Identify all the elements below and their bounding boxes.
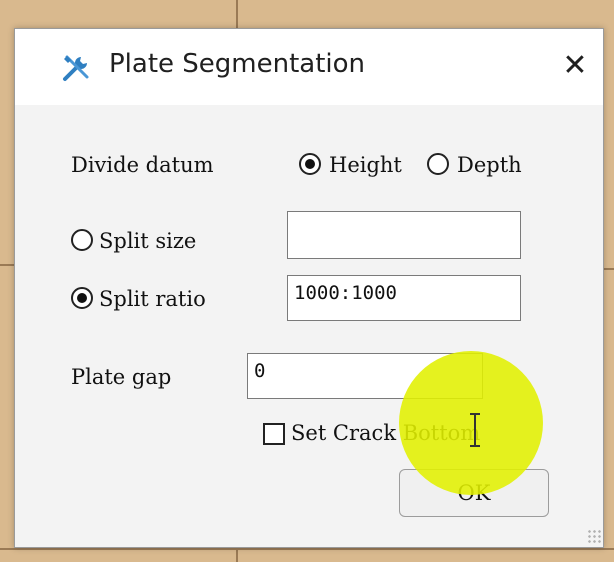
split-size-input[interactable] bbox=[287, 211, 521, 259]
plate-segmentation-dialog: Plate Segmentation ✕ Divide datum Height… bbox=[14, 28, 604, 548]
split-ratio-label[interactable]: Split ratio bbox=[99, 287, 206, 311]
split-size-label[interactable]: Split size bbox=[99, 229, 196, 253]
dialog-title: Plate Segmentation bbox=[109, 49, 366, 79]
background-line bbox=[0, 548, 614, 550]
divide-datum-label: Divide datum bbox=[71, 153, 214, 177]
set-crack-bottom-checkbox[interactable] bbox=[263, 423, 285, 445]
background-line bbox=[0, 264, 14, 266]
split-ratio-input[interactable]: 1000:1000 bbox=[287, 275, 521, 321]
depth-radio[interactable] bbox=[427, 153, 449, 175]
close-button[interactable]: ✕ bbox=[553, 41, 597, 89]
depth-radio-label[interactable]: Depth bbox=[457, 153, 522, 177]
height-radio-label[interactable]: Height bbox=[329, 153, 402, 177]
background-line bbox=[236, 0, 238, 28]
text-cursor-icon bbox=[470, 413, 480, 447]
background-line bbox=[236, 548, 238, 562]
split-size-radio[interactable] bbox=[71, 229, 93, 251]
plate-gap-label: Plate gap bbox=[71, 365, 172, 389]
resize-grip[interactable] bbox=[587, 529, 601, 543]
close-icon: ✕ bbox=[562, 47, 588, 83]
split-ratio-radio[interactable] bbox=[71, 287, 93, 309]
tools-icon bbox=[63, 55, 89, 81]
dialog-titlebar: Plate Segmentation ✕ bbox=[15, 29, 603, 105]
height-radio[interactable] bbox=[299, 153, 321, 175]
